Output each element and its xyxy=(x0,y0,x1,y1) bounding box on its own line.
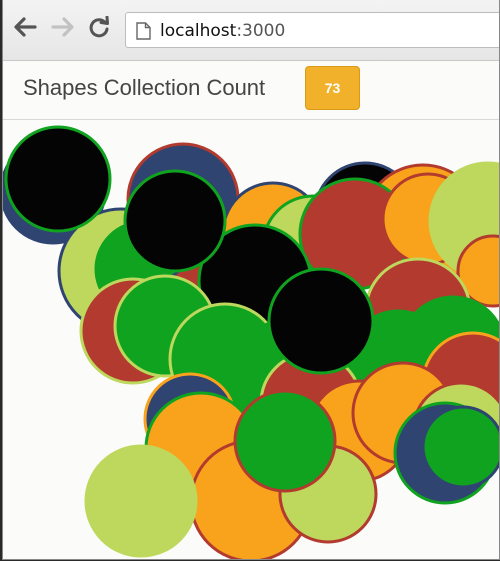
url-port: :3000 xyxy=(236,21,286,41)
browser-window: localhost:3000 Shapes Collection Count 7… xyxy=(2,0,500,560)
address-bar[interactable]: localhost:3000 xyxy=(125,12,499,48)
url-text: localhost:3000 xyxy=(160,21,285,41)
shape-circle xyxy=(233,389,337,493)
app-header: Shapes Collection Count 73 xyxy=(3,61,499,120)
back-arrow-icon xyxy=(13,16,37,43)
shape-circle xyxy=(84,444,198,558)
count-badge: 73 xyxy=(305,66,360,110)
forward-arrow-icon xyxy=(51,16,75,43)
url-host: localhost xyxy=(160,21,237,41)
forward-button[interactable] xyxy=(49,14,77,44)
shape-circle xyxy=(123,169,227,273)
browser-toolbar: localhost:3000 xyxy=(3,0,499,61)
shape-circle xyxy=(421,405,499,489)
reload-icon xyxy=(88,15,110,43)
shape-circle xyxy=(267,267,375,375)
shapes-svg xyxy=(3,125,499,559)
shapes-canvas xyxy=(3,121,499,559)
page-icon xyxy=(136,22,151,45)
shape-circle xyxy=(4,125,112,233)
page-title: Shapes Collection Count xyxy=(23,75,266,100)
reload-button[interactable] xyxy=(85,14,113,44)
back-button[interactable] xyxy=(11,14,39,44)
